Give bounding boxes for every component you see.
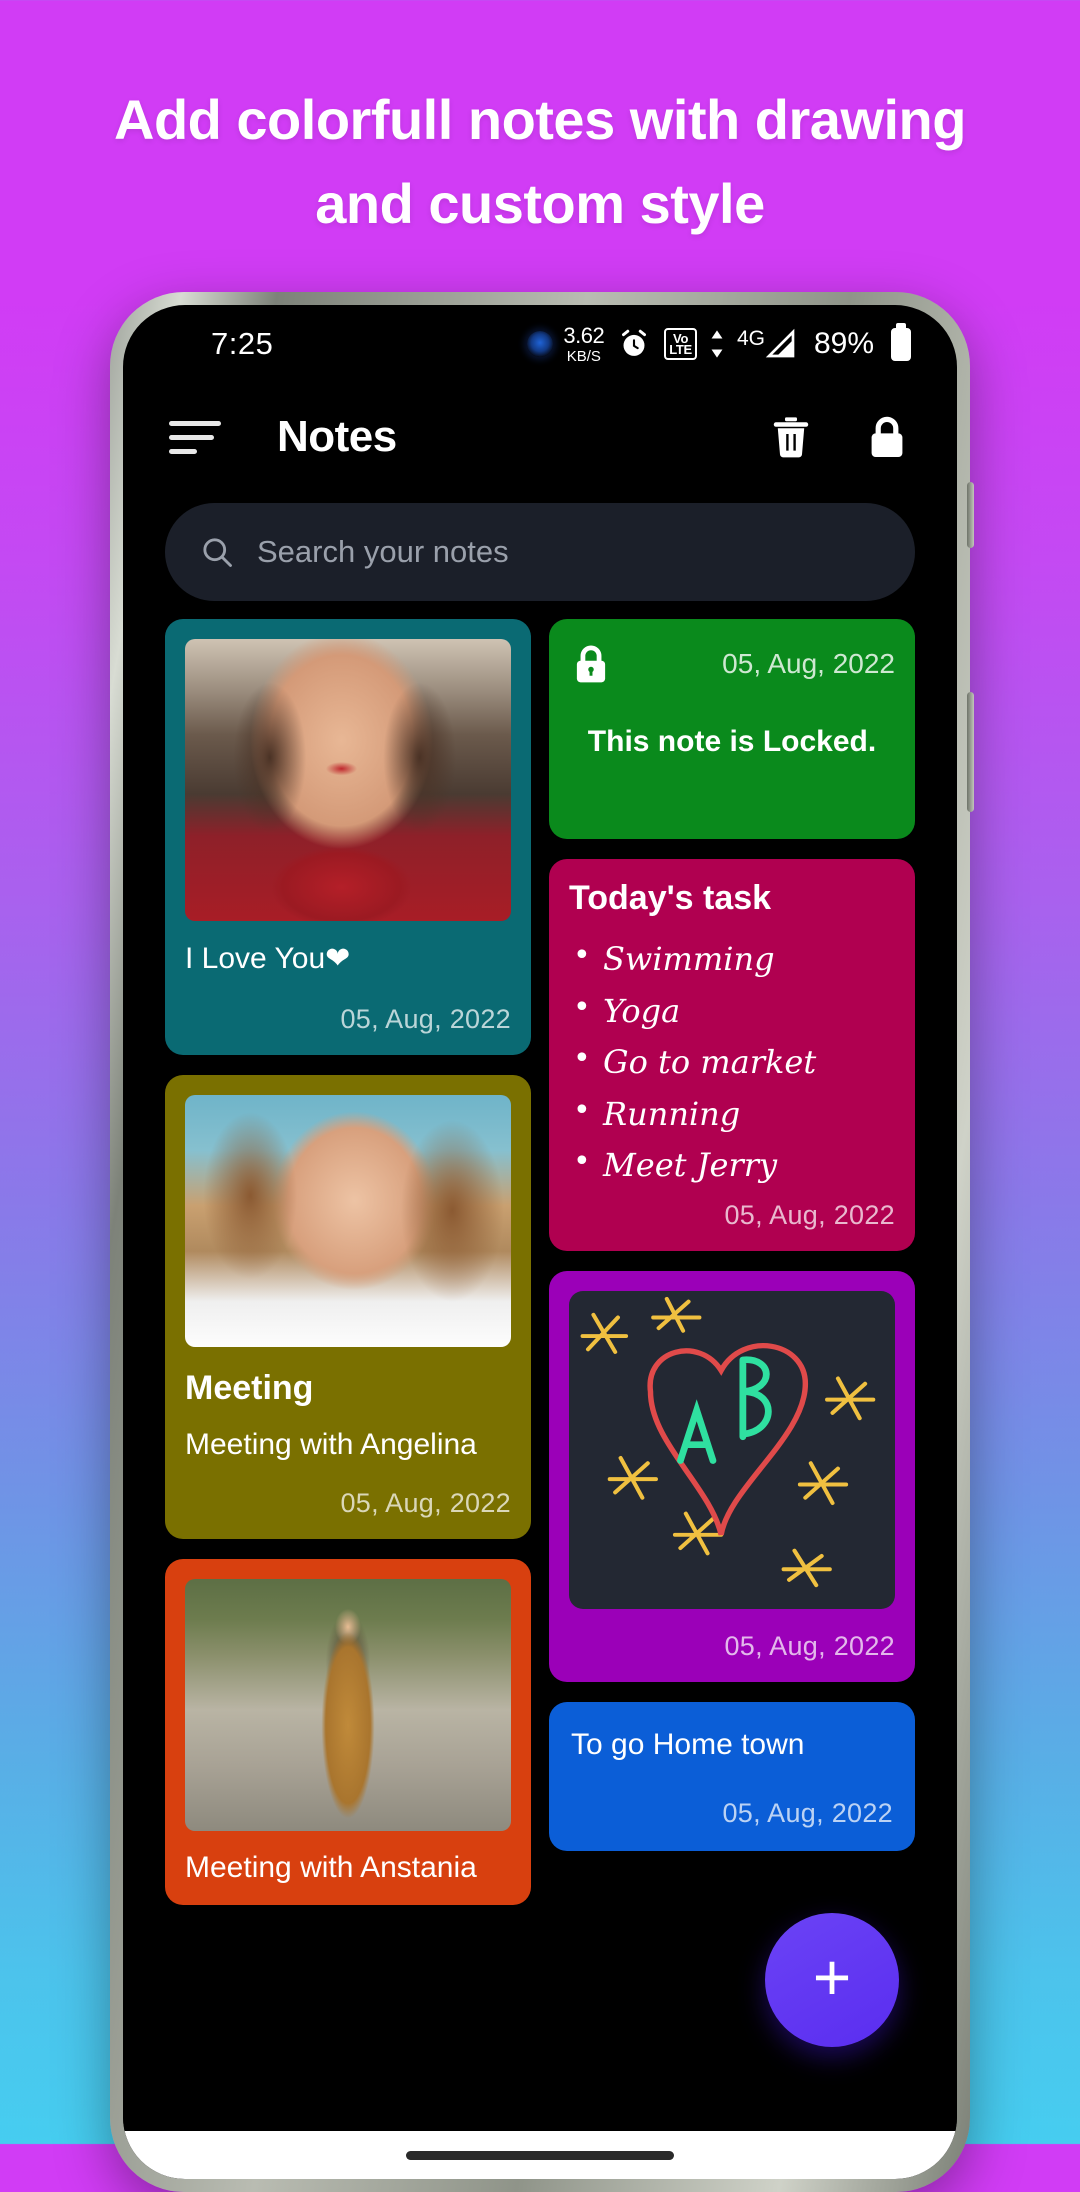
note-date: 05, Aug, 2022: [722, 648, 895, 679]
note-card-drawing[interactable]: 05, Aug, 2022: [549, 1270, 915, 1682]
letter-drawings: [676, 1356, 772, 1464]
system-navigation-bar: [123, 2131, 957, 2179]
note-date: 05, Aug, 2022: [724, 1199, 895, 1230]
network-speed-unit: KB/S: [566, 347, 601, 365]
hamburger-line: [169, 448, 197, 454]
search-input[interactable]: Search your notes: [165, 503, 915, 601]
note-card-meeting[interactable]: Meeting Meeting with Angelina 05, Aug, 2…: [165, 1075, 531, 1539]
task-list-item: Yoga: [569, 992, 895, 1029]
status-bar: 7:25 3.62 KB/S Vo LTE 4G 89%: [123, 305, 957, 383]
volte-icon: Vo LTE: [664, 328, 697, 360]
note-date: 05, Aug, 2022: [722, 1797, 893, 1828]
trash-icon[interactable]: [767, 411, 815, 463]
padlock-icon: [576, 645, 606, 683]
hamburger-line: [169, 420, 221, 426]
phone-screen: 7:25 3.62 KB/S Vo LTE 4G 89% Notes Searc…: [123, 305, 957, 2179]
phone-frame: 7:25 3.62 KB/S Vo LTE 4G 89% Notes Searc…: [110, 292, 974, 2192]
search-section: Search your notes: [123, 491, 957, 619]
note-card-i-love-you[interactable]: I Love You❤ 05, Aug, 2022: [165, 619, 531, 1055]
note-date: 05, Aug, 2022: [340, 1488, 511, 1518]
phone-side-button-volume[interactable]: [967, 482, 974, 548]
note-date: 05, Aug, 2022: [724, 1630, 895, 1661]
note-title: To go Home town: [571, 1727, 805, 1761]
note-title: Today's task: [569, 879, 772, 917]
note-drawing-canvas: [569, 1290, 895, 1609]
note-card-locked[interactable]: 05, Aug, 2022 This note is Locked.: [549, 619, 915, 839]
task-list-item: Go to market: [569, 1043, 895, 1080]
status-time: 7:25: [211, 326, 274, 361]
battery-percent-label: 89%: [813, 327, 874, 360]
add-note-fab[interactable]: +: [765, 1913, 899, 2047]
note-card-todays-task[interactable]: Today's task Swimming Yoga Go to market Run…: [549, 859, 915, 1251]
note-thumbnail-smiling-woman: [185, 639, 511, 921]
task-list-item: Meet Jerry: [569, 1146, 895, 1183]
note-locked-message: This note is Locked.: [587, 725, 877, 758]
hamburger-menu-icon[interactable]: [169, 412, 225, 463]
note-thumbnail-woman-looking-up: [185, 1095, 511, 1347]
network-speed-value: 3.62: [563, 322, 605, 348]
note-title: Meeting: [185, 1369, 314, 1407]
signal-bars-icon: [765, 328, 795, 358]
task-list: Swimming Yoga Go to market Running Meet Jerr…: [569, 940, 895, 1183]
front-camera-punch-hole: [527, 331, 553, 357]
alarm-clock-icon: [622, 329, 647, 356]
network-speed-indicator: 3.62 KB/S: [563, 322, 605, 365]
hamburger-line: [169, 434, 214, 440]
network-type-label: 4G: [736, 327, 765, 350]
app-bar: Notes: [123, 383, 957, 491]
note-body: Meeting with Angelina: [185, 1428, 477, 1461]
battery-icon: [891, 327, 911, 361]
note-card-meeting-anstania[interactable]: Meeting with Anstania: [165, 1559, 531, 1905]
heart-drawing: [647, 1342, 809, 1536]
note-title: Meeting with Anstania: [185, 1851, 477, 1884]
promo-headline-line2: and custom style: [315, 172, 765, 235]
volte-label-bottom: LTE: [669, 342, 692, 357]
search-icon: [203, 538, 232, 567]
plus-icon: +: [812, 1940, 852, 2014]
padlock-icon[interactable]: [863, 410, 911, 464]
page-title: Notes: [277, 412, 397, 461]
note-thumbnail-woman-on-road: [185, 1579, 511, 1831]
home-gesture-pill[interactable]: [406, 2150, 674, 2160]
task-list-item: Swimming: [569, 940, 895, 977]
data-arrows-icon: [711, 330, 723, 358]
phone-side-button-power[interactable]: [967, 692, 974, 812]
search-placeholder: Search your notes: [257, 534, 509, 569]
note-date: 05, Aug, 2022: [340, 1004, 511, 1034]
star-icon: [580, 1296, 876, 1587]
note-title: I Love You❤: [185, 942, 351, 975]
promo-headline: Add colorfull notes with drawing and cus…: [0, 78, 1080, 246]
promo-headline-line1: Add colorfull notes with drawing: [114, 88, 966, 151]
task-list-item: Running: [569, 1095, 895, 1132]
notes-column-left: I Love You❤ 05, Aug, 2022 Meeting Meetin…: [165, 619, 531, 2179]
note-card-home-town[interactable]: To go Home town 05, Aug, 2022: [549, 1701, 915, 1851]
